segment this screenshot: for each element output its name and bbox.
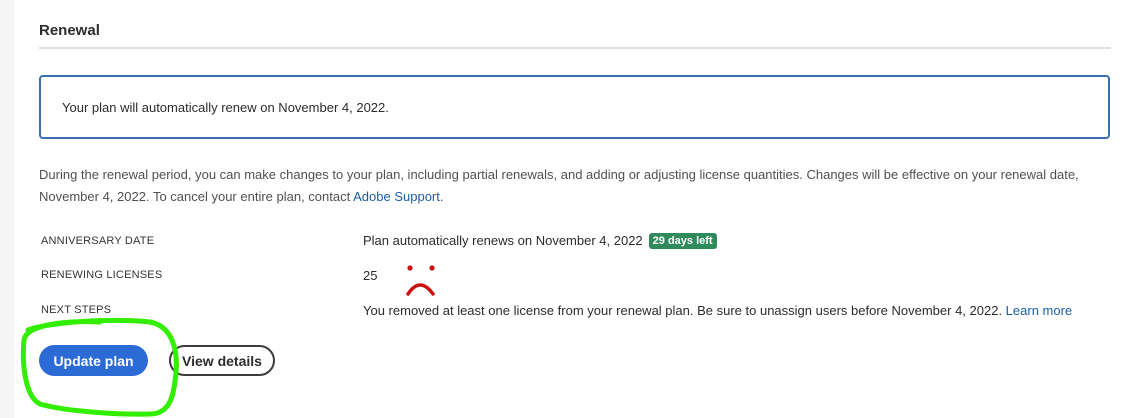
anniversary-date-text: Plan automatically renews on November 4,… (363, 233, 643, 248)
adobe-support-link[interactable]: Adobe Support (353, 189, 440, 204)
learn-more-link[interactable]: Learn more (1006, 303, 1072, 318)
next-steps-value: You removed at least one license from yo… (363, 303, 1072, 318)
left-gutter (0, 0, 14, 418)
days-left-badge: 29 days left (648, 233, 717, 249)
next-steps-label: NEXT STEPS (41, 304, 112, 316)
renewal-card: Renewal Your plan will automatically ren… (14, 0, 1123, 418)
title-divider (39, 47, 1111, 49)
renewal-notice-text: Your plan will automatically renew on No… (62, 100, 389, 115)
next-steps-text: You removed at least one license from yo… (363, 303, 1006, 318)
description-end: . (439, 189, 444, 204)
view-details-button[interactable]: View details (169, 345, 275, 376)
renewal-notice-box: Your plan will automatically renew on No… (39, 75, 1110, 139)
description-text: During the renewal period, you can make … (39, 167, 1079, 204)
renewing-licenses-label: RENEWING LICENSES (41, 269, 163, 281)
renewing-licenses-value: 25 (363, 268, 378, 283)
anniversary-date-value: Plan automatically renews on November 4,… (363, 233, 717, 249)
renewal-description: During the renewal period, you can make … (39, 164, 1089, 208)
anniversary-date-label: ANNIVERSARY DATE (41, 235, 155, 247)
section-title: Renewal (39, 22, 100, 39)
update-plan-button[interactable]: Update plan (39, 345, 148, 376)
